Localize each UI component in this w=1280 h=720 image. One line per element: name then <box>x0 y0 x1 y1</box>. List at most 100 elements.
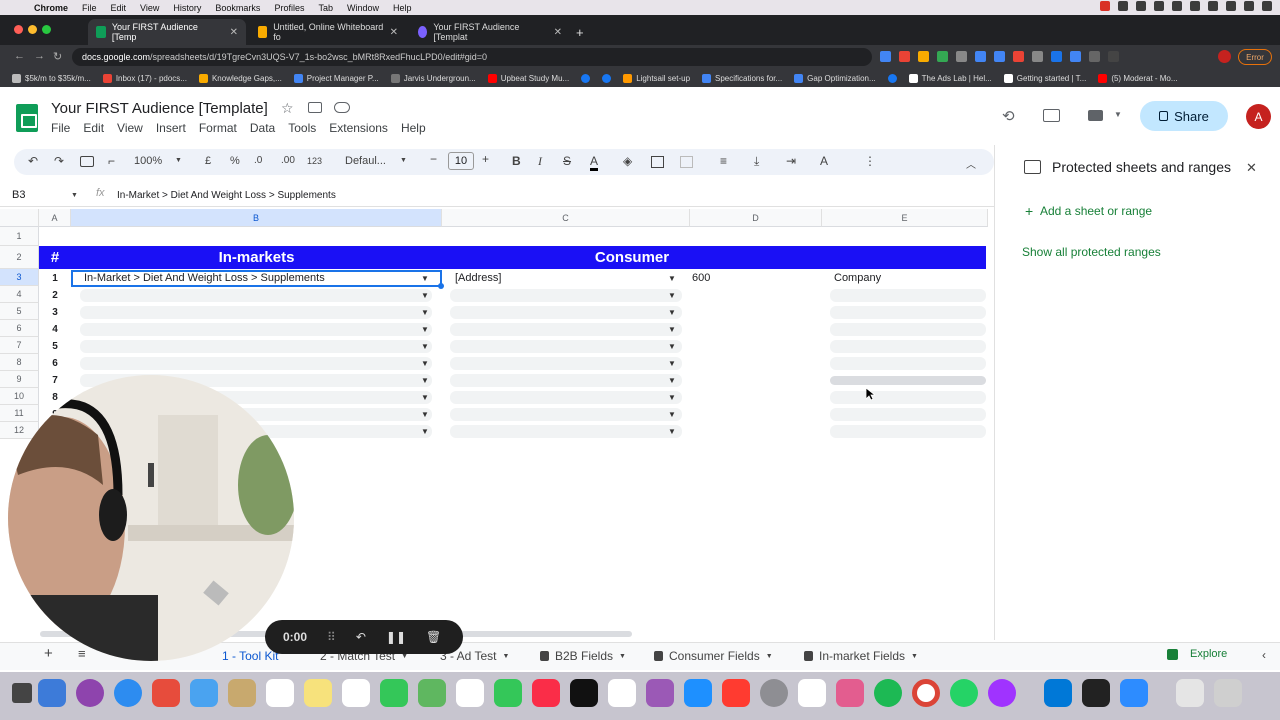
meet-icon[interactable] <box>1088 110 1103 121</box>
menu-data[interactable]: Data <box>250 121 275 135</box>
slack-icon[interactable] <box>798 679 826 707</box>
skype-icon[interactable] <box>1044 679 1072 707</box>
font-select[interactable]: Defaul... <box>345 155 386 167</box>
redo-icon[interactable]: ↷ <box>54 154 64 168</box>
address-bar[interactable]: docs.google.com/spreadsheets/d/19TgreCvn… <box>72 48 872 66</box>
add-sheet-or-range-button[interactable]: Add a sheet or range <box>1040 204 1152 218</box>
formula-input[interactable]: In-Market > Diet And Weight Loss > Suppl… <box>117 190 336 201</box>
spotify-icon[interactable] <box>874 679 902 707</box>
sheet-tab[interactable]: 1 - Tool Kit <box>222 649 278 663</box>
menu-help[interactable]: Help <box>401 121 426 135</box>
menubar-item[interactable]: History <box>173 3 201 13</box>
fill-handle[interactable] <box>438 283 444 289</box>
text-wrapping-icon[interactable]: ⇥ <box>786 154 796 168</box>
row-header[interactable]: 3 <box>0 269 39 286</box>
column-header-c[interactable]: C <box>442 209 690 227</box>
delete-icon[interactable]: 🗑 <box>426 630 441 644</box>
dropdown-arrow-icon[interactable]: ▼ <box>668 308 676 317</box>
dropdown-arrow-icon[interactable]: ▼ <box>668 359 676 368</box>
bookmark[interactable]: (5) Moderat - Mo... <box>1098 73 1178 83</box>
bookmark[interactable]: The Ads Lab | Hel... <box>908 73 992 83</box>
messages-icon[interactable] <box>380 679 408 707</box>
bookmark[interactable]: Specifications for... <box>702 73 782 83</box>
reload-icon[interactable]: ↻ <box>53 50 62 63</box>
dropdown-arrow-icon[interactable]: ▼ <box>668 410 676 419</box>
menubar-item[interactable]: Tab <box>318 3 333 13</box>
row-header[interactable]: 1 <box>0 227 39 246</box>
dropdown-arrow-icon[interactable]: ▼ <box>421 393 429 402</box>
status-icon[interactable] <box>1172 1 1182 11</box>
dropdown-arrow-icon[interactable]: ▼ <box>421 376 429 385</box>
type-dropdown[interactable] <box>830 376 986 385</box>
app-store-icon[interactable] <box>684 679 712 707</box>
consumer-dropdown[interactable] <box>450 374 682 387</box>
trash-icon[interactable] <box>1214 679 1242 707</box>
row-header[interactable]: 11 <box>0 405 39 422</box>
music-icon[interactable] <box>532 679 560 707</box>
zoom-window-button[interactable] <box>42 25 51 34</box>
type-dropdown[interactable] <box>830 357 986 370</box>
menubar-item[interactable]: Help <box>393 3 412 13</box>
bookmark[interactable]: $5k/m to $35k/m... <box>12 73 91 83</box>
chevron-down-icon[interactable]: ▼ <box>766 653 773 660</box>
increase-font-size-icon[interactable]: + <box>482 152 489 166</box>
bolt-app-icon[interactable] <box>1082 679 1110 707</box>
extension-icon[interactable] <box>1070 51 1081 62</box>
horizontal-align-icon[interactable]: ≡ <box>720 154 727 168</box>
consumer-dropdown[interactable] <box>450 357 682 370</box>
sheet-tab[interactable]: Consumer Fields ▼ <box>654 649 773 663</box>
consumer-dropdown[interactable] <box>450 408 682 421</box>
text-rotation-icon[interactable]: A <box>820 154 828 168</box>
consumer-dropdown[interactable] <box>450 289 682 302</box>
row-header[interactable]: 10 <box>0 388 39 405</box>
news-icon[interactable] <box>722 679 750 707</box>
record-icon[interactable] <box>1100 1 1110 11</box>
share-button[interactable]: Share <box>1140 101 1228 131</box>
zoom-icon[interactable] <box>1120 679 1148 707</box>
add-sheet-icon[interactable]: + <box>44 645 53 662</box>
percent-format-button[interactable]: % <box>230 155 240 167</box>
dropdown-arrow-icon[interactable]: ▼ <box>668 376 676 385</box>
browser-tab[interactable]: Your FIRST Audience [Templat ✕ <box>410 19 570 45</box>
extension-icon[interactable] <box>1013 51 1024 62</box>
star-icon[interactable]: ☆ <box>281 100 294 117</box>
currency-format-button[interactable]: £ <box>205 155 211 167</box>
menu-edit[interactable]: Edit <box>83 121 104 135</box>
bold-button[interactable]: B <box>512 154 521 168</box>
row-header[interactable]: 6 <box>0 320 39 337</box>
consumer-dropdown[interactable] <box>450 425 682 438</box>
menubar-item[interactable]: Profiles <box>274 3 304 13</box>
font-size-input[interactable]: 10 <box>448 152 474 170</box>
row-header[interactable]: 4 <box>0 286 39 303</box>
type-dropdown[interactable] <box>830 408 986 421</box>
undo-recording-icon[interactable]: ↶ <box>356 630 366 644</box>
extension-icon[interactable] <box>994 51 1005 62</box>
inmarket-dropdown[interactable] <box>80 306 432 319</box>
status-icon[interactable] <box>1118 1 1128 11</box>
chevron-down-icon[interactable]: ▼ <box>1114 110 1122 119</box>
extension-icon[interactable] <box>880 51 891 62</box>
chrome-icon[interactable] <box>912 679 940 707</box>
sheet-tab[interactable]: In-market Fields ▼ <box>804 649 918 663</box>
dropdown-arrow-icon[interactable]: ▼ <box>668 274 676 283</box>
number-format-button[interactable]: 123 <box>307 156 322 166</box>
dropdown-arrow-icon[interactable]: ▼ <box>668 291 676 300</box>
row-header[interactable]: 5 <box>0 303 39 320</box>
menubar-item[interactable]: File <box>82 3 97 13</box>
menubar-item[interactable]: View <box>140 3 159 13</box>
extension-icon[interactable] <box>975 51 986 62</box>
type-dropdown[interactable] <box>830 289 986 302</box>
finder-icon[interactable] <box>38 679 66 707</box>
merge-cells-icon[interactable] <box>680 156 693 168</box>
extension-icon[interactable] <box>937 51 948 62</box>
italic-button[interactable]: I <box>538 154 542 169</box>
avatar[interactable]: A <box>1246 104 1271 129</box>
undo-icon[interactable]: ↶ <box>28 154 38 168</box>
status-icon[interactable] <box>1154 1 1164 11</box>
downloads-folder-icon[interactable] <box>1176 679 1204 707</box>
plus-icon[interactable]: + <box>1025 203 1033 219</box>
type-cell[interactable]: Company <box>834 272 881 284</box>
explore-icon[interactable] <box>1167 649 1178 660</box>
decrease-decimal-button[interactable]: .0 <box>254 155 262 166</box>
extension-icon[interactable] <box>918 51 929 62</box>
